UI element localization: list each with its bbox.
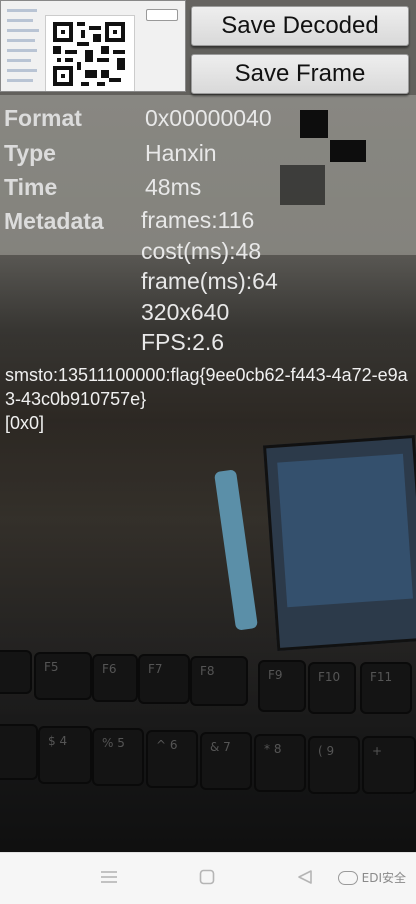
time-row: Time 48ms <box>4 170 201 204</box>
time-value: 48ms <box>145 174 202 200</box>
preview-cable <box>213 469 259 631</box>
decoded-result: smsto:13511100000:flag{9ee0cb62-f443-4a7… <box>5 363 415 435</box>
preview-qr-block <box>330 140 366 162</box>
frame-thumbnail <box>0 0 186 92</box>
time-label: Time <box>4 174 58 200</box>
menu-icon[interactable] <box>100 869 118 889</box>
type-label: Type <box>4 140 56 166</box>
metadata-label: Metadata <box>4 208 104 234</box>
thumbnail-qr-card <box>45 15 135 91</box>
save-frame-button[interactable]: Save Frame <box>191 54 409 94</box>
type-row: Type Hanxin <box>4 136 217 170</box>
system-nav-bar: EDI安全 <box>0 852 416 904</box>
back-icon[interactable] <box>297 869 313 889</box>
decoded-text: smsto:13511100000:flag{9ee0cb62-f443-4a7… <box>5 365 408 409</box>
preview-qr-block <box>300 110 328 138</box>
decoded-coords: [0x0] <box>5 413 45 433</box>
qr-code-icon <box>49 18 129 90</box>
format-value: 0x00000040 <box>145 105 272 131</box>
format-row: Format 0x00000040 <box>4 101 272 135</box>
metadata-line: cost(ms):48 <box>141 237 262 264</box>
metadata-line: FPS:2.6 <box>141 329 225 355</box>
save-decoded-button[interactable]: Save Decoded <box>191 6 409 46</box>
format-label: Format <box>4 105 82 131</box>
metadata-line: 320x640 <box>141 298 230 325</box>
preview-qr-block <box>280 165 325 205</box>
metadata-values: frames:116 cost(ms):48 frame(ms):64 320x… <box>141 205 278 358</box>
wechat-icon <box>337 870 358 885</box>
preview-keyboard: F5 F6 F7 F8 F9 F10 F11 $ 4 % 5 ^ 6 & 7 *… <box>0 640 416 800</box>
preview-device <box>263 434 416 652</box>
home-icon[interactable] <box>199 869 215 889</box>
metadata-line: frames:116 <box>141 207 255 233</box>
thumbnail-button-graphic <box>146 9 178 21</box>
type-value: Hanxin <box>145 140 217 166</box>
metadata-line: frame(ms):64 <box>141 268 278 294</box>
watermark: EDI安全 <box>337 869 406 886</box>
metadata-row: Metadata <box>4 204 104 238</box>
watermark-text: EDI安全 <box>361 871 406 885</box>
